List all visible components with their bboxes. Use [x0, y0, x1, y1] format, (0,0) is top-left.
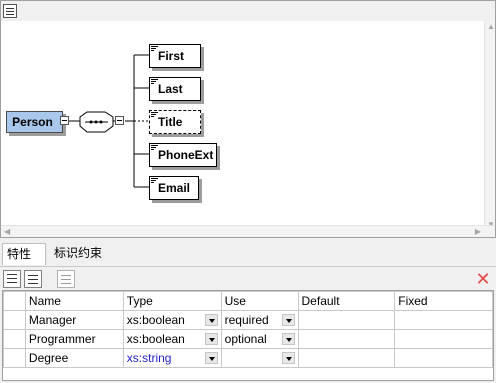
append-row-icon[interactable]: [24, 270, 42, 288]
dropdown-arrow-icon[interactable]: [204, 352, 218, 364]
root-element-person[interactable]: Person: [6, 111, 63, 133]
scroll-right-arrow-icon[interactable]: ▶: [475, 228, 481, 236]
attribute-type-cell[interactable]: xs:boolean: [122, 329, 222, 349]
delete-icon[interactable]: ✕: [474, 270, 492, 288]
element-label: Title: [158, 115, 183, 129]
column-header-name[interactable]: Name: [24, 291, 124, 311]
attributes-grid: Name Type Use Default Fixed Manager xs:b…: [2, 290, 494, 381]
attribute-name-cell[interactable]: Programmer: [24, 329, 124, 349]
element-email[interactable]: Email: [149, 176, 199, 200]
table-row[interactable]: Manager xs:boolean required: [3, 310, 493, 330]
attribute-fixed-cell[interactable]: [394, 310, 493, 330]
diagram-horizontal-scrollbar[interactable]: ◀ ▶: [1, 225, 495, 237]
row-selector[interactable]: [3, 348, 26, 368]
type-value: xs:boolean: [126, 313, 185, 327]
column-header-use[interactable]: Use: [220, 291, 299, 311]
element-first[interactable]: First: [149, 44, 201, 68]
attribute-use-cell[interactable]: optional: [220, 329, 299, 349]
use-value: optional: [224, 332, 267, 346]
diagram-vertical-scrollbar[interactable]: ▲ ▼: [484, 21, 495, 231]
collapse-sequence-toggle[interactable]: [115, 116, 124, 125]
element-content-icon: [151, 145, 158, 150]
use-value: required: [224, 313, 269, 327]
element-content-icon: [151, 112, 158, 117]
element-content-icon: [151, 79, 158, 84]
attribute-fixed-cell[interactable]: [394, 329, 493, 349]
dropdown-arrow-icon[interactable]: [204, 333, 218, 345]
attribute-default-cell[interactable]: [297, 348, 396, 368]
element-label: Last: [158, 82, 183, 96]
root-element-label: Person: [12, 115, 53, 129]
attribute-name-cell[interactable]: Degree: [24, 348, 124, 368]
attribute-type-cell[interactable]: xs:boolean: [122, 310, 222, 330]
element-label: Email: [158, 181, 191, 195]
column-header-default[interactable]: Default: [297, 291, 396, 311]
element-label: First: [158, 49, 185, 63]
attribute-type-cell[interactable]: xs:string: [122, 348, 222, 368]
row-selector[interactable]: [3, 310, 26, 330]
list-icon[interactable]: [57, 270, 75, 288]
attribute-use-cell[interactable]: [220, 348, 299, 368]
type-value: xs:string: [126, 351, 172, 365]
dropdown-arrow-icon[interactable]: [281, 333, 295, 345]
element-content-icon: [151, 46, 158, 51]
element-phoneext[interactable]: PhoneExt: [149, 143, 217, 167]
row-selector[interactable]: [3, 329, 26, 349]
type-value: xs:boolean: [126, 332, 185, 346]
schema-diagram-panel: Person First Last Title PhoneExt Email ▲…: [0, 0, 496, 238]
collapse-root-toggle[interactable]: [60, 116, 69, 125]
table-row[interactable]: Degree xs:string: [3, 348, 493, 368]
tab-attributes[interactable]: 特性: [2, 243, 46, 265]
row-header-corner: [3, 291, 26, 311]
insert-row-icon[interactable]: [3, 270, 21, 288]
attribute-use-cell[interactable]: required: [220, 310, 299, 330]
attribute-default-cell[interactable]: [297, 329, 396, 349]
diagram-connectors: [68, 54, 149, 188]
attribute-name-cell[interactable]: Manager: [24, 310, 124, 330]
element-label: PhoneExt: [158, 148, 214, 162]
dropdown-arrow-icon[interactable]: [204, 314, 218, 326]
grid-header-row: Name Type Use Default Fixed: [3, 291, 493, 311]
element-title[interactable]: Title: [149, 110, 201, 134]
table-row[interactable]: Programmer xs:boolean optional: [3, 329, 493, 349]
column-header-fixed[interactable]: Fixed: [394, 291, 493, 311]
element-content-icon: [151, 178, 158, 183]
scroll-up-arrow-icon[interactable]: ▲: [487, 23, 495, 31]
dropdown-arrow-icon[interactable]: [281, 314, 295, 326]
element-last[interactable]: Last: [149, 77, 201, 101]
attribute-fixed-cell[interactable]: [394, 348, 493, 368]
column-header-type[interactable]: Type: [122, 291, 222, 311]
dropdown-arrow-icon[interactable]: [281, 352, 295, 364]
attributes-toolbar: ✕: [0, 266, 496, 290]
tab-identity-constraints[interactable]: 标识约束: [50, 243, 112, 265]
attribute-default-cell[interactable]: [297, 310, 396, 330]
scroll-left-arrow-icon[interactable]: ◀: [4, 228, 10, 236]
